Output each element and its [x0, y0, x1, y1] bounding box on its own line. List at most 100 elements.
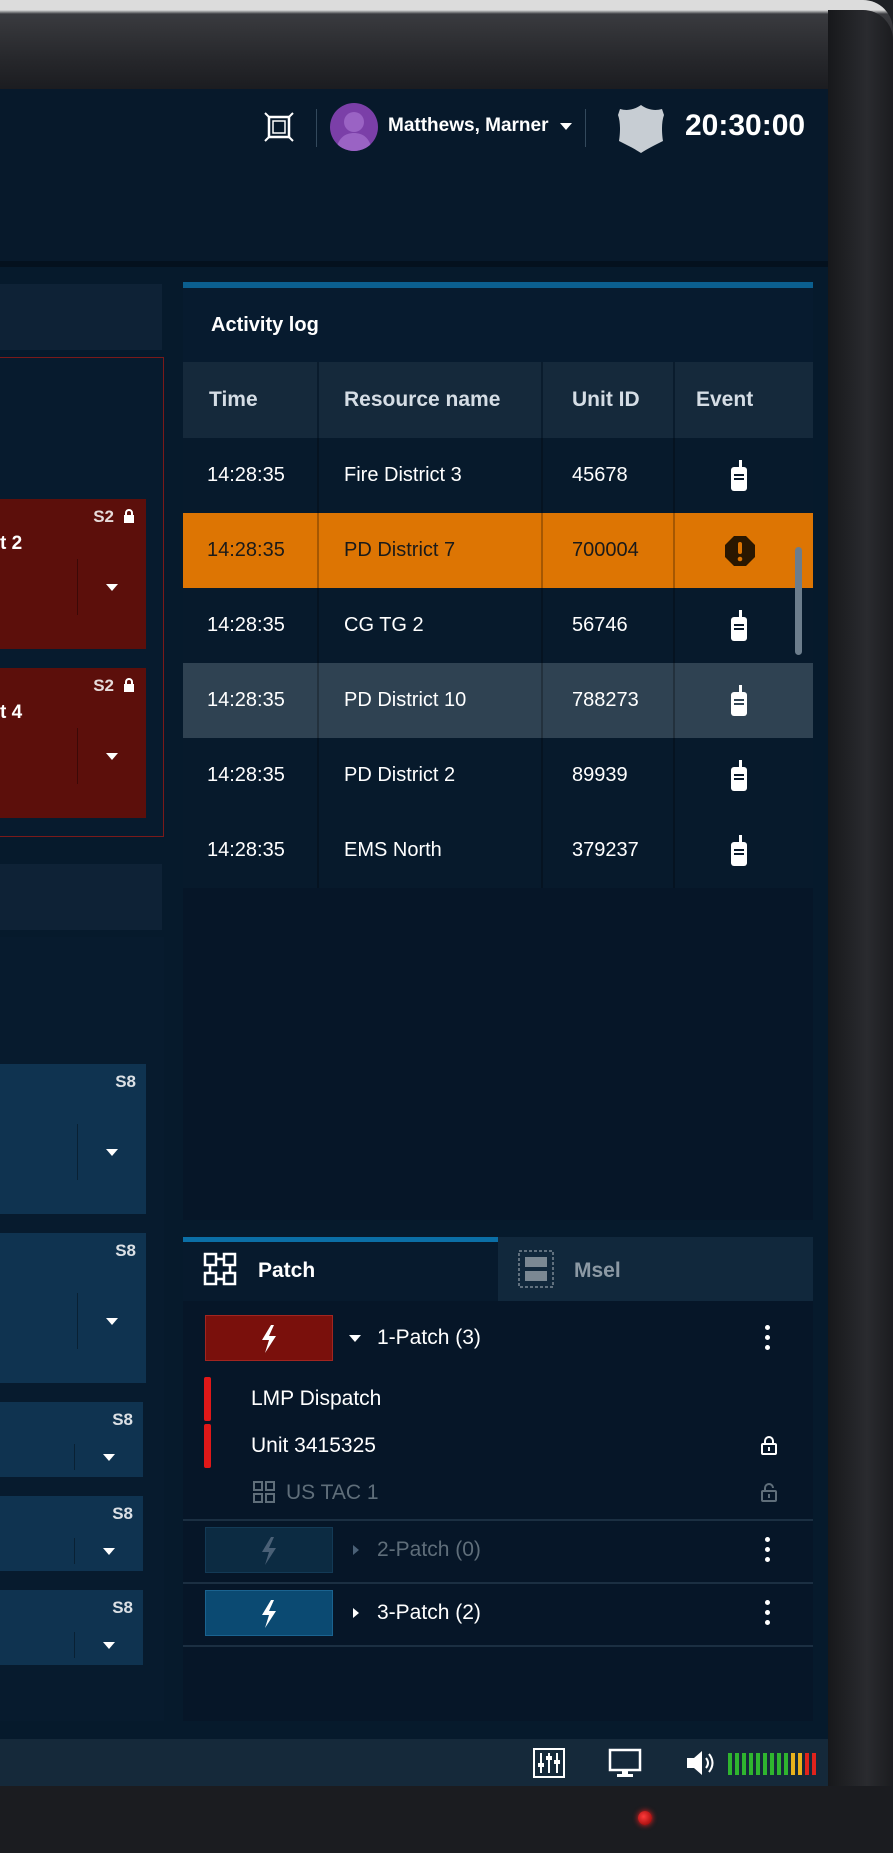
resource-card[interactable]: S2 t 2 — [0, 499, 146, 649]
lock-icon — [124, 678, 134, 692]
member-active-indicator — [204, 1377, 211, 1421]
column-separator — [673, 588, 675, 663]
column-separator — [541, 663, 543, 738]
card-divider — [77, 728, 78, 784]
patch-1-label: 1-Patch (3) — [377, 1326, 481, 1349]
chevron-down-icon[interactable] — [106, 753, 118, 760]
alert-icon — [725, 536, 755, 566]
patch-member-label[interactable]: Unit 3415325 — [251, 1434, 376, 1458]
column-header-resource-name[interactable]: Resource name — [344, 362, 500, 438]
chevron-down-icon[interactable] — [106, 1149, 118, 1156]
column-separator — [541, 513, 543, 588]
chevron-down-icon[interactable] — [106, 584, 118, 591]
left-panel-header — [0, 284, 162, 350]
table-row[interactable]: 14:28:35 PD District 10 788273 — [183, 663, 813, 738]
cell-resource-name: EMS North — [344, 839, 442, 861]
chevron-down-icon[interactable] — [103, 1548, 115, 1555]
avatar[interactable] — [330, 103, 378, 151]
column-separator — [541, 588, 543, 663]
column-header-unit-id[interactable]: Unit ID — [572, 362, 640, 438]
resource-card[interactable]: S8 — [0, 1402, 143, 1477]
radio-icon — [731, 460, 747, 491]
monitor-icon[interactable] — [608, 1747, 642, 1779]
cell-time: 14:28:35 — [207, 689, 285, 711]
chevron-down-icon[interactable] — [103, 1642, 115, 1649]
resource-card[interactable]: S8 — [0, 1496, 143, 1571]
tab-patch[interactable]: Patch — [183, 1237, 498, 1301]
card-divider — [74, 1538, 75, 1564]
monitor-bezel-bottom — [0, 1786, 893, 1853]
resource-card[interactable]: S8 — [0, 1233, 146, 1383]
card-divider — [77, 559, 78, 615]
radio-icon — [731, 685, 747, 716]
fullscreen-icon[interactable] — [263, 111, 295, 143]
patch-member-label[interactable]: LMP Dispatch — [251, 1387, 381, 1411]
column-separator — [673, 362, 675, 438]
patch-1-button[interactable] — [205, 1315, 333, 1361]
patch-2-button[interactable] — [205, 1527, 333, 1573]
volume-level-bar — [728, 1753, 732, 1775]
more-options-icon[interactable] — [763, 1600, 771, 1628]
msel-icon — [518, 1250, 554, 1288]
unlock-icon[interactable] — [758, 1481, 780, 1503]
patch-member-label[interactable]: US TAC 1 — [286, 1481, 379, 1505]
patch-3-button[interactable] — [205, 1590, 333, 1636]
tab-msel[interactable]: Msel — [498, 1237, 813, 1301]
volume-meter[interactable] — [728, 1753, 816, 1775]
card-divider — [74, 1444, 75, 1470]
cell-unit-id: 379237 — [572, 839, 639, 861]
lightning-icon — [262, 1600, 276, 1628]
column-separator — [541, 362, 543, 438]
column-header-time[interactable]: Time — [209, 362, 258, 438]
cell-resource-name: PD District 7 — [344, 539, 456, 561]
patch-member-icon — [253, 1481, 275, 1503]
resource-card[interactable]: S2 t 4 — [0, 668, 146, 818]
table-row[interactable]: 14:28:35 PD District 7 700004 — [183, 513, 813, 588]
power-led — [638, 1811, 652, 1825]
user-name[interactable]: Matthews, Marner — [388, 115, 548, 137]
tab-msel-label: Msel — [574, 1259, 621, 1282]
scrollbar[interactable] — [795, 547, 802, 655]
volume-level-bar — [791, 1753, 795, 1775]
card-divider — [77, 1124, 78, 1180]
card-name: t 4 — [0, 702, 23, 723]
column-separator — [317, 588, 319, 663]
chevron-down-icon[interactable] — [103, 1454, 115, 1461]
column-header-event[interactable]: Event — [696, 362, 753, 438]
radio-icon — [731, 610, 747, 641]
speaker-icon[interactable] — [684, 1747, 718, 1779]
card-tag: S2 — [93, 507, 114, 526]
lock-icon[interactable] — [758, 1434, 780, 1456]
mixer-icon[interactable] — [532, 1747, 566, 1779]
header-separator — [316, 109, 317, 147]
resource-card[interactable]: S8 — [0, 1064, 146, 1214]
column-separator — [317, 663, 319, 738]
chevron-right-icon[interactable] — [353, 1545, 359, 1555]
table-row[interactable]: 14:28:35 EMS North 379237 — [183, 813, 813, 888]
volume-level-bar — [798, 1753, 802, 1775]
resource-card[interactable]: S8 — [0, 1590, 143, 1665]
chevron-down-icon[interactable] — [560, 123, 572, 130]
chevron-down-icon[interactable] — [349, 1335, 361, 1342]
volume-level-bar — [756, 1753, 760, 1775]
table-row[interactable]: 14:28:35 Fire District 3 45678 — [183, 438, 813, 513]
volume-level-bar — [749, 1753, 753, 1775]
column-separator — [673, 663, 675, 738]
table-row[interactable]: 14:28:35 CG TG 2 56746 — [183, 588, 813, 663]
cell-time: 14:28:35 — [207, 764, 285, 786]
screen: Matthews, Marner 20:30:00 S2 t 2 S2 t 4 … — [0, 89, 828, 1786]
resource-group: S8 S8 S8 S8 S8 — [0, 937, 164, 1721]
radio-icon — [731, 835, 747, 866]
chevron-down-icon[interactable] — [106, 1318, 118, 1325]
more-options-icon[interactable] — [763, 1325, 771, 1353]
more-options-icon[interactable] — [763, 1537, 771, 1565]
header-separator — [585, 109, 586, 147]
column-separator — [541, 438, 543, 513]
volume-level-bar — [742, 1753, 746, 1775]
cell-unit-id: 700004 — [572, 539, 639, 561]
chevron-right-icon[interactable] — [353, 1608, 359, 1618]
table-row[interactable]: 14:28:35 PD District 2 89939 — [183, 738, 813, 813]
status-bar — [0, 1739, 828, 1786]
column-separator — [317, 813, 319, 888]
patch-2-label: 2-Patch (0) — [377, 1538, 481, 1561]
